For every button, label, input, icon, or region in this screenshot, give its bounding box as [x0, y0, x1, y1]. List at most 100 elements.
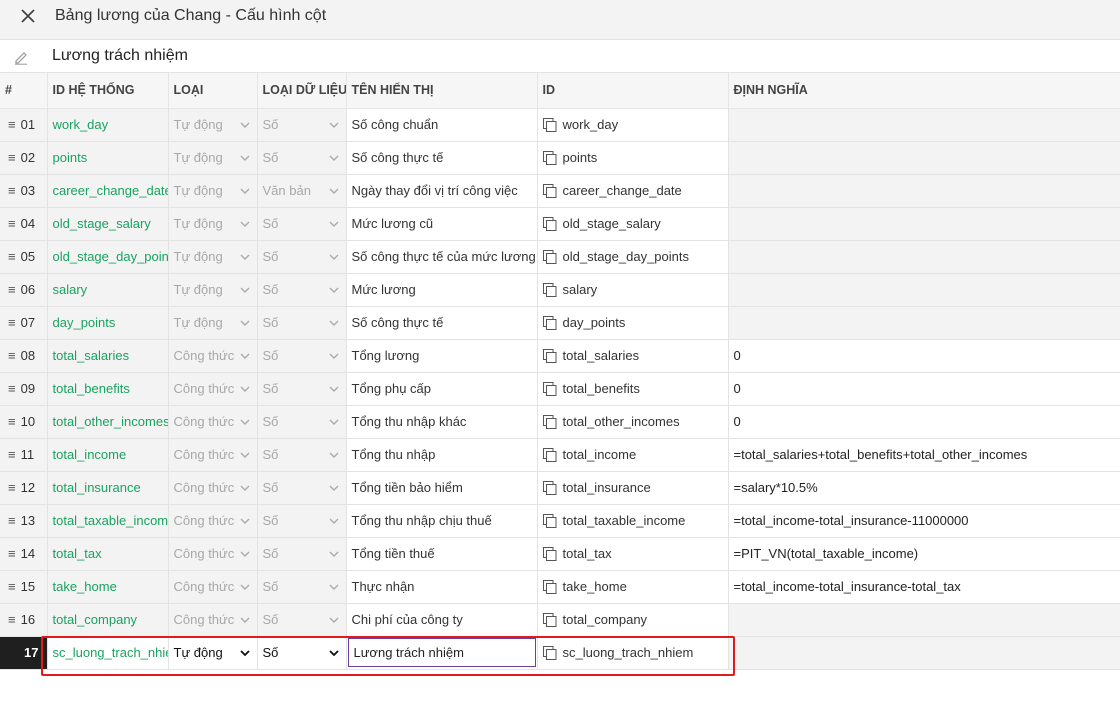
- definition-cell[interactable]: 0: [728, 339, 1120, 373]
- copy-icon[interactable]: [542, 183, 557, 198]
- display-name-cell[interactable]: Số công thực tế của mức lương: [346, 240, 538, 274]
- data-type-select[interactable]: Số: [257, 570, 347, 604]
- copy-icon[interactable]: [542, 381, 557, 396]
- definition-cell[interactable]: [728, 240, 1120, 274]
- table-row[interactable]: ≡ 04 old_stage_salary Tự động Số Mức lương cũ…: [0, 207, 1120, 241]
- data-type-select[interactable]: Số: [257, 636, 347, 670]
- definition-cell[interactable]: 0: [728, 405, 1120, 439]
- data-type-select[interactable]: Số: [257, 108, 347, 142]
- definition-cell[interactable]: [728, 603, 1120, 637]
- display-name-cell[interactable]: Mức lương: [346, 273, 538, 307]
- type-select[interactable]: Tự động: [168, 273, 258, 307]
- close-icon[interactable]: [18, 6, 38, 26]
- table-row[interactable]: ≡ 15 take_home Công thức Số Thực nhận take_hom…: [0, 570, 1120, 604]
- copy-icon[interactable]: [542, 579, 557, 594]
- definition-cell[interactable]: [728, 174, 1120, 208]
- copy-icon[interactable]: [542, 150, 557, 165]
- copy-icon[interactable]: [542, 117, 557, 132]
- type-select[interactable]: Tự động: [168, 306, 258, 340]
- type-select[interactable]: Công thức: [168, 438, 258, 472]
- type-select[interactable]: Công thức: [168, 405, 258, 439]
- drag-handle-icon[interactable]: ≡: [8, 282, 16, 297]
- drag-handle-icon[interactable]: ≡: [8, 249, 16, 264]
- table-row[interactable]: ≡ 14 total_tax Công thức Số Tổng tiền thuế tot…: [0, 537, 1120, 571]
- definition-cell[interactable]: [728, 141, 1120, 175]
- type-select[interactable]: Công thức: [168, 339, 258, 373]
- data-type-select[interactable]: Số: [257, 207, 347, 241]
- copy-icon[interactable]: [542, 282, 557, 297]
- data-type-select[interactable]: Số: [257, 438, 347, 472]
- type-select[interactable]: Tự động: [168, 141, 258, 175]
- type-select[interactable]: Công thức: [168, 537, 258, 571]
- drag-handle-icon[interactable]: ≡: [8, 150, 16, 165]
- data-type-select[interactable]: Số: [257, 240, 347, 274]
- definition-cell[interactable]: =total_income-total_insurance-11000000: [728, 504, 1120, 538]
- display-name-cell[interactable]: Số công thực tế: [346, 306, 538, 340]
- table-row[interactable]: ≡ 01 work_day Tự động Số Số công chuẩn work_da…: [0, 108, 1120, 142]
- copy-icon[interactable]: [542, 546, 557, 561]
- display-name-cell[interactable]: Số công thực tế: [346, 141, 538, 175]
- type-select[interactable]: Công thức: [168, 504, 258, 538]
- data-type-select[interactable]: Số: [257, 603, 347, 637]
- table-row[interactable]: ≡ 02 points Tự động Số Số công thực tế points: [0, 141, 1120, 175]
- display-name-cell[interactable]: Tổng phụ cấp: [346, 372, 538, 406]
- type-select[interactable]: Tự động: [168, 636, 258, 670]
- table-row[interactable]: ≡ 06 salary Tự động Số Mức lương salary: [0, 273, 1120, 307]
- drag-handle-icon[interactable]: ≡: [8, 348, 16, 363]
- display-name-cell[interactable]: Chi phí của công ty: [346, 603, 538, 637]
- drag-handle-icon[interactable]: ≡: [8, 579, 16, 594]
- copy-icon[interactable]: [542, 315, 557, 330]
- display-name-cell[interactable]: Số công chuẩn: [346, 108, 538, 142]
- display-name-cell[interactable]: Tổng thu nhập khác: [346, 405, 538, 439]
- column-name-input[interactable]: [52, 43, 1112, 69]
- type-select[interactable]: Tự động: [168, 240, 258, 274]
- data-type-select[interactable]: Số: [257, 504, 347, 538]
- definition-cell[interactable]: [728, 636, 1120, 670]
- table-row[interactable]: ≡ 07 day_points Tự động Số Số công thực tế day…: [0, 306, 1120, 340]
- table-row[interactable]: ≡ 10 total_other_incomes Công thức Số Tổng th…: [0, 405, 1120, 439]
- display-name-cell[interactable]: Thực nhận: [346, 570, 538, 604]
- type-select[interactable]: Công thức: [168, 471, 258, 505]
- active-table-row[interactable]: 17sc_luong_trach_nhiemTự độngSốsc_luong_…: [0, 636, 1120, 670]
- drag-handle-icon[interactable]: ≡: [8, 315, 16, 330]
- table-row[interactable]: ≡ 09 total_benefits Công thức Số Tổng phụ cấp…: [0, 372, 1120, 406]
- table-row[interactable]: ≡ 13 total_taxable_income Công thức Số Tổng t…: [0, 504, 1120, 538]
- definition-cell[interactable]: =total_salaries+total_benefits+total_oth…: [728, 438, 1120, 472]
- copy-icon[interactable]: [542, 645, 557, 660]
- type-select[interactable]: Công thức: [168, 372, 258, 406]
- definition-cell[interactable]: =PIT_VN(total_taxable_income): [728, 537, 1120, 571]
- copy-icon[interactable]: [542, 480, 557, 495]
- copy-icon[interactable]: [542, 348, 557, 363]
- copy-icon[interactable]: [542, 216, 557, 231]
- display-name-input[interactable]: [347, 638, 536, 667]
- data-type-select[interactable]: Số: [257, 471, 347, 505]
- definition-cell[interactable]: [728, 207, 1120, 241]
- data-type-select[interactable]: Văn bản: [257, 174, 347, 208]
- type-select[interactable]: Tự động: [168, 108, 258, 142]
- drag-handle-icon[interactable]: ≡: [8, 612, 16, 627]
- copy-icon[interactable]: [542, 414, 557, 429]
- copy-icon[interactable]: [542, 612, 557, 627]
- drag-handle-icon[interactable]: ≡: [8, 414, 16, 429]
- table-row[interactable]: ≡ 05 old_stage_day_points Tự động Số Số công …: [0, 240, 1120, 274]
- data-type-select[interactable]: Số: [257, 537, 347, 571]
- data-type-select[interactable]: Số: [257, 372, 347, 406]
- copy-icon[interactable]: [542, 249, 557, 264]
- data-type-select[interactable]: Số: [257, 405, 347, 439]
- table-row[interactable]: ≡ 08 total_salaries Công thức Số Tổng lương to…: [0, 339, 1120, 373]
- data-type-select[interactable]: Số: [257, 306, 347, 340]
- display-name-cell[interactable]: Ngày thay đổi vị trí công việc: [346, 174, 538, 208]
- definition-cell[interactable]: [728, 306, 1120, 340]
- display-name-cell[interactable]: Tổng tiền bảo hiểm: [346, 471, 538, 505]
- display-name-cell[interactable]: Mức lương cũ: [346, 207, 538, 241]
- drag-handle-icon[interactable]: ≡: [8, 546, 16, 561]
- table-row[interactable]: ≡ 12 total_insurance Công thức Số Tổng tiền b…: [0, 471, 1120, 505]
- definition-cell[interactable]: [728, 108, 1120, 142]
- display-name-cell[interactable]: Tổng lương: [346, 339, 538, 373]
- table-row[interactable]: ≡ 03 career_change_date_ Tự động Văn bản Ngày…: [0, 174, 1120, 208]
- type-select[interactable]: Công thức: [168, 570, 258, 604]
- definition-cell[interactable]: 0: [728, 372, 1120, 406]
- display-name-cell[interactable]: Tổng thu nhập chịu thuế: [346, 504, 538, 538]
- data-type-select[interactable]: Số: [257, 141, 347, 175]
- definition-cell[interactable]: =salary*10.5%: [728, 471, 1120, 505]
